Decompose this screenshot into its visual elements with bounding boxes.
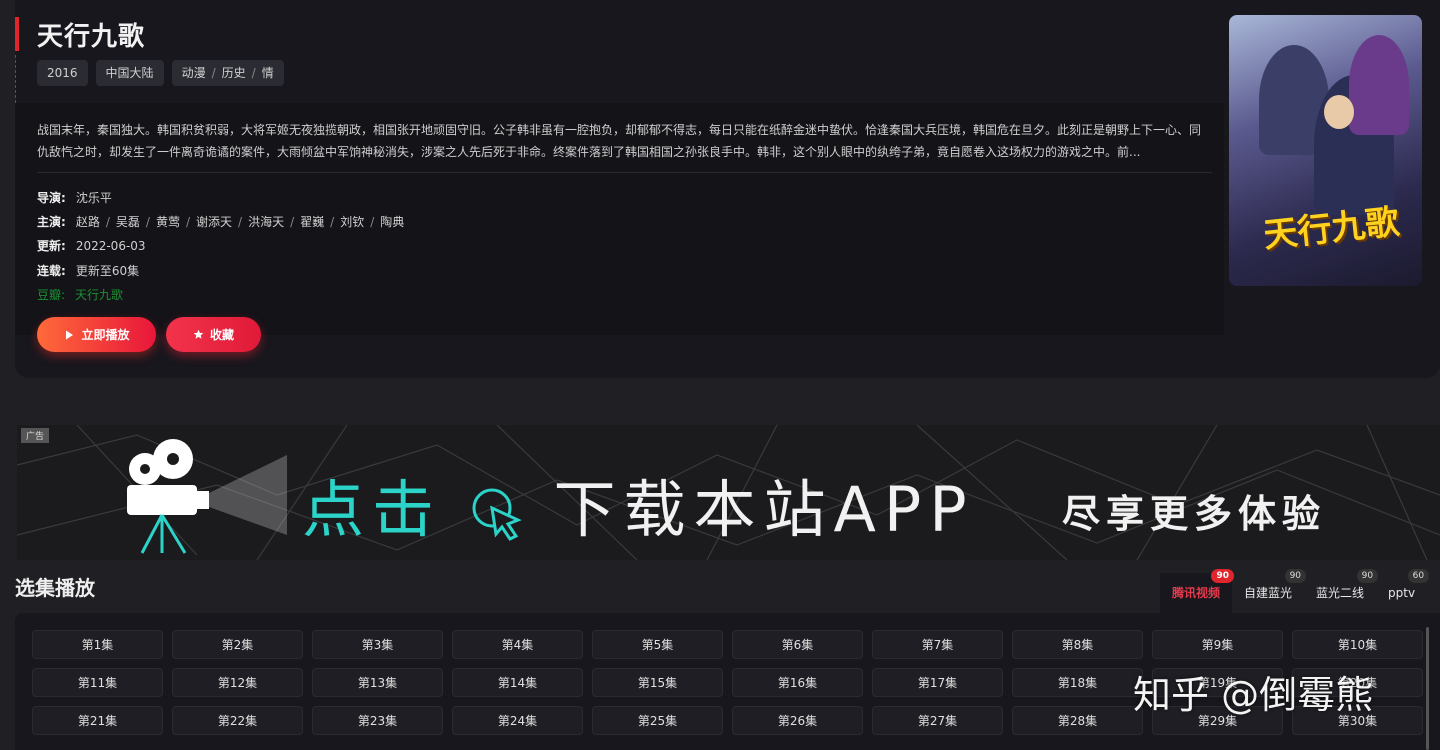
episode-button[interactable]: 第16集 [732, 668, 863, 697]
tag-list: 2016 中国大陆 动漫 / 历史 / 情 [37, 60, 284, 86]
source-tab-pptv[interactable]: pptv 60 [1376, 569, 1430, 613]
episode-button[interactable]: 第17集 [872, 668, 1003, 697]
douban-label: 豆瓣: [37, 288, 66, 302]
douban-link[interactable]: 天行九歌 [75, 288, 123, 302]
update-row: 更新: 2022-06-03 [37, 237, 146, 254]
douban-row: 豆瓣: 天行九歌 [37, 286, 123, 303]
serial-row: 连载: 更新至60集 [37, 262, 139, 279]
title-accent-bar [15, 17, 19, 51]
source-tab-bluray[interactable]: 自建蓝光 90 [1232, 569, 1307, 613]
episode-button[interactable]: 第14集 [452, 668, 583, 697]
poster-figure [1349, 35, 1409, 135]
play-button[interactable]: 立即播放 [37, 317, 156, 352]
episode-button[interactable]: 第25集 [592, 706, 723, 735]
info-body: 战国末年，秦国独大。韩国积贫积弱，大将军姬无夜独揽朝政，相国张开地顽固守旧。公子… [15, 103, 1224, 335]
episode-button[interactable]: 第15集 [592, 668, 723, 697]
episode-button[interactable]: 第5集 [592, 630, 723, 659]
episode-button[interactable]: 第26集 [732, 706, 863, 735]
genre-tag[interactable]: 历史 [222, 66, 246, 80]
watermark: 知乎 @倒霉熊 [1133, 673, 1374, 717]
episode-button[interactable]: 第13集 [312, 668, 443, 697]
banner-cyan-text: 点击 [302, 473, 443, 546]
director-name[interactable]: 沈乐平 [76, 191, 112, 205]
genre-tag[interactable]: 情 [262, 66, 274, 80]
episode-button[interactable]: 第21集 [32, 706, 163, 735]
source-tab-label: 腾讯视频 [1172, 586, 1221, 600]
episode-button[interactable]: 第1集 [32, 630, 163, 659]
episode-button[interactable]: 第22集 [172, 706, 303, 735]
episode-button[interactable]: 第4集 [452, 630, 583, 659]
cast-name[interactable]: 谢添天 [196, 215, 232, 229]
ad-label: 广告 [21, 428, 50, 443]
episode-button[interactable]: 第3集 [312, 630, 443, 659]
favorite-button-label: 收藏 [209, 328, 234, 342]
source-tab-label: 蓝光二线 [1316, 586, 1365, 600]
episode-button[interactable]: 第27集 [872, 706, 1003, 735]
cast-name[interactable]: 刘钦 [340, 215, 364, 229]
app-download-banner[interactable]: 广告 点击 下载本站APP 尽享更多体验 [17, 425, 1440, 560]
favorite-button[interactable]: 收藏 [166, 317, 261, 352]
cast-name[interactable]: 翟巍 [300, 215, 324, 229]
episode-count-badge: 90 [1356, 569, 1379, 583]
episodes-section-title: 选集播放 [15, 576, 95, 600]
update-date: 2022-06-03 [75, 239, 146, 253]
episode-button[interactable]: 第24集 [452, 706, 583, 735]
episode-count-badge: 60 [1407, 569, 1430, 583]
source-tabs: 腾讯视频 90 自建蓝光 90 蓝光二线 90 pptv 60 [1160, 569, 1430, 613]
episode-count-badge: 90 [1284, 569, 1307, 583]
episode-button[interactable]: 第23集 [312, 706, 443, 735]
serial-status: 更新至60集 [75, 264, 140, 278]
cast-row: 主演: 赵路 / 吴磊 / 黄莺 / 谢添天 / 洪海天 / 翟巍 / 刘钦 / 陶典 [37, 215, 405, 229]
cast-label: 主演: [37, 215, 66, 229]
episode-scrollbar[interactable] [1426, 627, 1429, 750]
tag-genres[interactable]: 动漫 / 历史 / 情 [171, 60, 284, 86]
episode-button[interactable]: 第7集 [872, 630, 1003, 659]
divider [37, 172, 1212, 173]
banner-subtext: 尽享更多体验 [1062, 492, 1327, 536]
update-label: 更新: [37, 239, 66, 253]
director-row: 导演: 沈乐平 [37, 189, 112, 206]
cast-name[interactable]: 吴磊 [116, 215, 140, 229]
episode-button[interactable]: 第2集 [172, 630, 303, 659]
description: 战国末年，秦国独大。韩国积贫积弱，大将军姬无夜独揽朝政，相国张开地顽固守旧。公子… [37, 123, 1202, 159]
episode-button[interactable]: 第28集 [1012, 706, 1143, 735]
cast-name[interactable]: 洪海天 [248, 215, 284, 229]
episode-button[interactable]: 第8集 [1012, 630, 1143, 659]
source-tab-bluray-2[interactable]: 蓝光二线 90 [1304, 569, 1379, 613]
episode-button[interactable]: 第12集 [172, 668, 303, 697]
source-tab-label: 自建蓝光 [1244, 586, 1293, 600]
poster-face [1324, 95, 1354, 129]
play-icon [66, 330, 74, 339]
tag-year[interactable]: 2016 [37, 60, 88, 86]
episode-button[interactable]: 第18集 [1012, 668, 1143, 697]
play-button-label: 立即播放 [81, 328, 130, 342]
detail-card: 天行九歌 2016 中国大陆 动漫 / 历史 / 情 战国末年，秦国独大。韩国积贫积弱，… [15, 0, 1440, 378]
banner-main-text: 下载本站APP [553, 473, 975, 546]
episode-button[interactable]: 第10集 [1292, 630, 1423, 659]
source-tab-tencent[interactable]: 腾讯视频 90 [1160, 569, 1235, 613]
episode-button[interactable]: 第11集 [32, 668, 163, 697]
banner-headline: 点击 下载本站APP [302, 459, 975, 549]
cast-name[interactable]: 赵路 [76, 215, 100, 229]
poster-title: 天行九歌 [1261, 201, 1402, 256]
click-cursor-icon [472, 488, 522, 541]
star-icon [193, 329, 204, 339]
episode-button[interactable]: 第6集 [732, 630, 863, 659]
serial-label: 连载: [37, 264, 66, 278]
episode-button[interactable]: 第9集 [1152, 630, 1283, 659]
genre-tag[interactable]: 动漫 [182, 66, 206, 80]
cast-name[interactable]: 陶典 [380, 215, 404, 229]
title-dashed-line [15, 55, 16, 103]
tag-region[interactable]: 中国大陆 [95, 60, 164, 86]
film-projector-icon [127, 439, 287, 554]
source-tab-label: pptv [1388, 586, 1416, 600]
episode-count-badge: 90 [1211, 569, 1235, 583]
page-title: 天行九歌 [37, 22, 146, 52]
director-label: 导演: [37, 191, 66, 205]
poster-image[interactable]: 天行九歌 [1229, 15, 1422, 286]
cast-name[interactable]: 黄莺 [156, 215, 180, 229]
